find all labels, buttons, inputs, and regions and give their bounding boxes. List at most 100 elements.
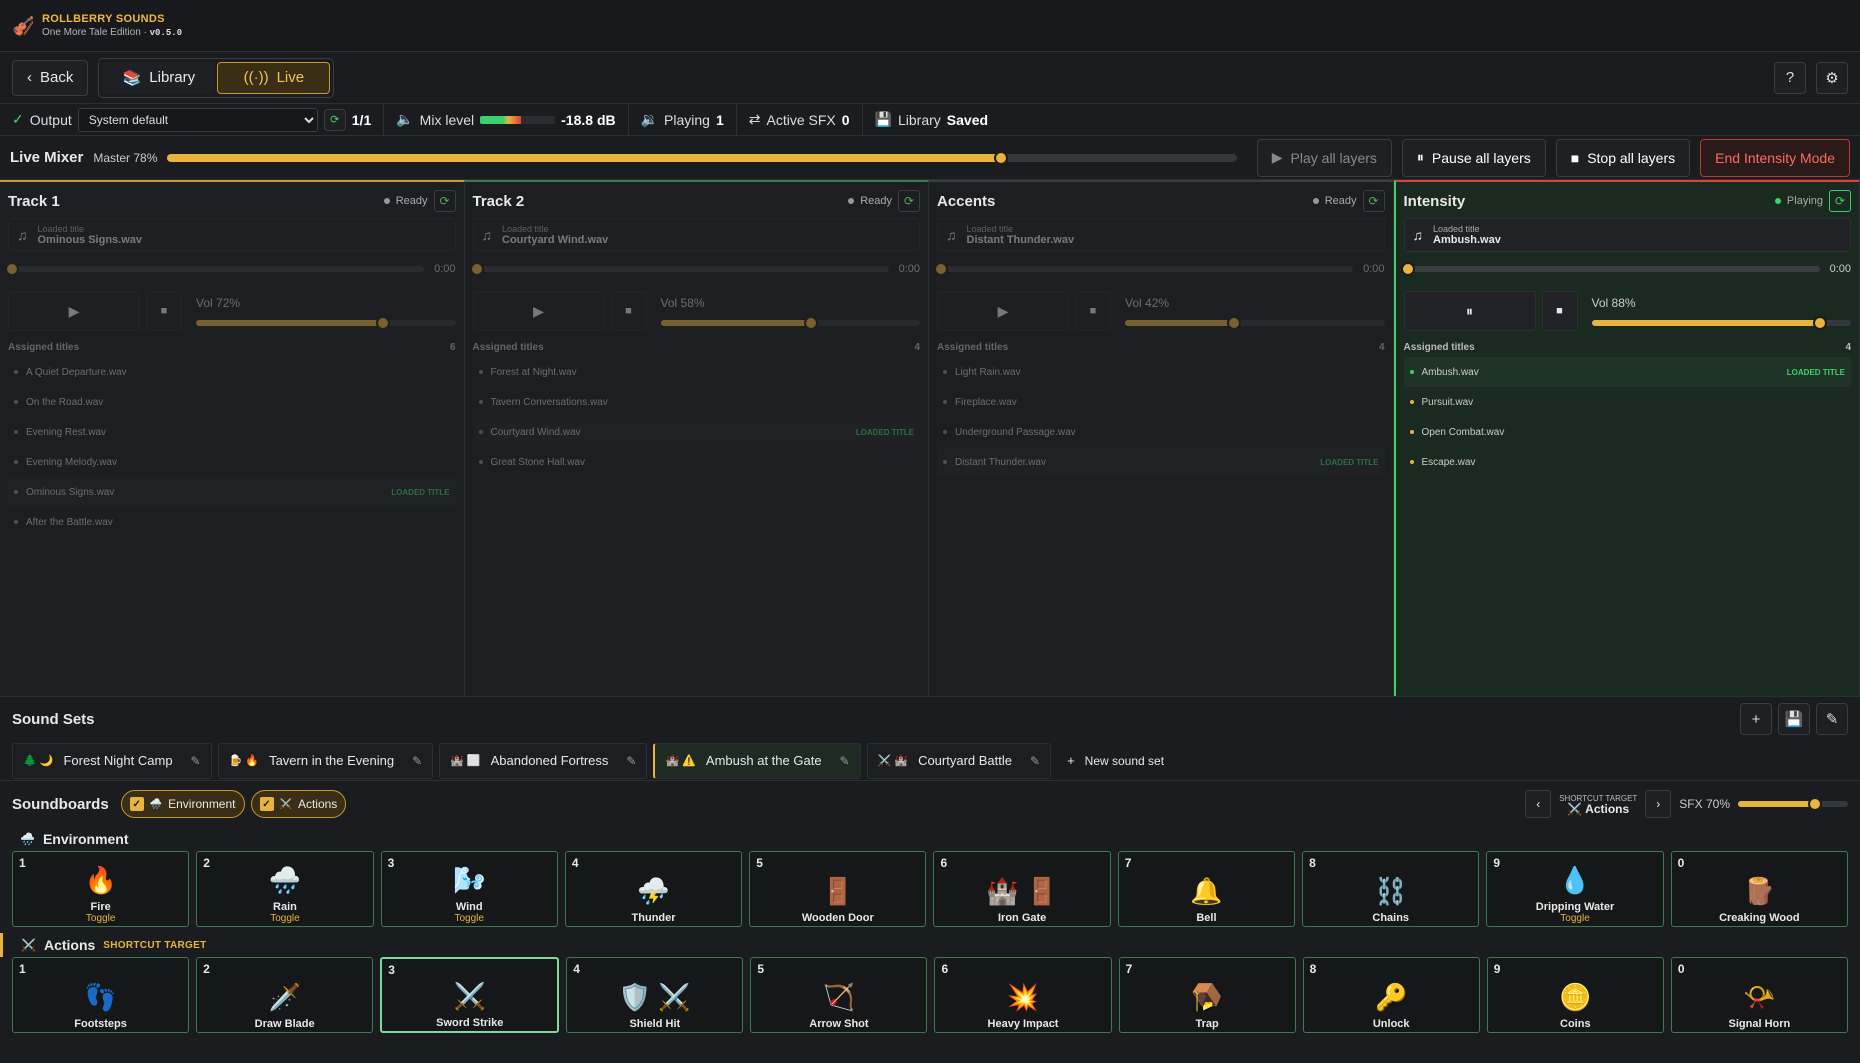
sound-pad[interactable]: 5 🏹 Arrow Shot	[750, 957, 928, 1033]
sound-pad[interactable]: 9 🪙 Coins	[1486, 957, 1664, 1033]
loop-icon[interactable]: ⟳	[433, 190, 456, 212]
position-slider[interactable]	[469, 262, 889, 276]
bullet-icon	[14, 370, 18, 374]
board-filter-pill[interactable]: ✓ 🌧️ Environment	[120, 790, 245, 818]
assigned-title[interactable]: Pursuit.wav	[1404, 387, 1852, 417]
next-target-button[interactable]: ›	[1645, 790, 1672, 818]
sound-pad[interactable]: 1 🔥 Fire Toggle	[12, 851, 190, 927]
tab-library[interactable]: 📚 Library	[102, 61, 216, 94]
sound-pad[interactable]: 4 🛡️ ⚔️ Shield Hit	[566, 957, 744, 1033]
pencil-icon[interactable]: ✎	[840, 754, 850, 768]
pad-icon: 🏰 🚪	[986, 876, 1059, 906]
volume-slider[interactable]	[196, 316, 456, 330]
settings-button[interactable]: ⚙	[1816, 61, 1848, 94]
refresh-output-icon[interactable]: ⟳	[323, 108, 346, 131]
assigned-title[interactable]: Open Combat.wav	[1404, 417, 1852, 447]
end-intensity-button[interactable]: End Intensity Mode	[1700, 138, 1850, 177]
sound-pad[interactable]: 7 🪤 Trap	[1118, 957, 1296, 1033]
volume-slider[interactable]	[1125, 316, 1385, 330]
sound-pad[interactable]: 4 ⛈️ Thunder	[564, 851, 743, 927]
sound-pad[interactable]: 2 🌧️ Rain Toggle	[196, 851, 374, 927]
assigned-title[interactable]: Evening Rest.wav	[8, 417, 456, 447]
sound-pad[interactable]: 0 🪵 Creaking Wood	[1670, 851, 1848, 927]
assigned-title[interactable]: Ominous Signs.wav LOADED TITLE	[8, 477, 456, 507]
sound-set-chip[interactable]: 🏰 ⚠️ Ambush at the Gate ✎	[653, 742, 861, 779]
play-button[interactable]: ▶	[472, 291, 605, 331]
sound-pad[interactable]: 8 🔑 Unlock	[1302, 957, 1480, 1033]
output-device-select[interactable]: System default	[77, 107, 318, 132]
sound-pad[interactable]: 0 📯 Signal Horn	[1670, 957, 1848, 1033]
sound-pad[interactable]: 2 🗡️ Draw Blade	[196, 957, 374, 1033]
pencil-icon[interactable]: ✎	[191, 754, 201, 768]
board-filter-pill[interactable]: ✓ ⚔️ Actions	[250, 790, 347, 818]
loaded-title: ♫ Loaded title Ominous Signs.wav	[8, 218, 456, 252]
pause-button[interactable]: ⏸	[1403, 291, 1536, 331]
assigned-title[interactable]: After the Battle.wav	[8, 507, 456, 537]
loop-icon[interactable]: ⟳	[898, 190, 920, 212]
mixer-title: Live Mixer	[10, 149, 84, 166]
assigned-title[interactable]: Courtyard Wind.wav LOADED TITLE	[472, 417, 920, 447]
assigned-title[interactable]: Ambush.wav LOADED TITLE	[1403, 357, 1851, 387]
sound-pad[interactable]: 8 ⛓️ Chains	[1302, 851, 1480, 927]
assigned-title[interactable]: Distant Thunder.wav LOADED TITLE	[937, 447, 1385, 477]
pencil-icon[interactable]: ✎	[1030, 754, 1040, 768]
pad-icon: 💥	[1006, 982, 1040, 1012]
sound-pad[interactable]: 5 🚪 Wooden Door	[749, 851, 927, 927]
stop-button[interactable]: ■	[1075, 291, 1111, 331]
plus-icon: +	[1067, 753, 1075, 768]
bullet-icon	[478, 430, 483, 434]
play-button[interactable]: ▶	[8, 291, 140, 331]
assigned-title[interactable]: Forest at Night.wav	[473, 357, 921, 387]
add-set-button[interactable]: +	[1740, 703, 1772, 735]
sound-set-chip[interactable]: 🏰 ⬜ Abandoned Fortress ✎	[439, 742, 648, 779]
sound-pad[interactable]: 1 👣 Footsteps	[12, 957, 190, 1033]
play-all-button[interactable]: ▶ Play all layers	[1256, 138, 1392, 177]
position-slider[interactable]	[1400, 262, 1820, 276]
track-state: Ready ⟳	[848, 190, 920, 212]
loop-icon[interactable]: ⟳	[1362, 190, 1385, 212]
back-button[interactable]: ‹ Back	[12, 59, 89, 96]
assigned-title[interactable]: Underground Passage.wav	[937, 417, 1385, 447]
pause-all-button[interactable]: ⏸ Pause all layers	[1401, 138, 1546, 177]
sound-pad[interactable]: 6 💥 Heavy Impact	[934, 957, 1112, 1033]
sound-set-chip[interactable]: 🌲 🌙 Forest Night Camp ✎	[12, 742, 212, 779]
assigned-title[interactable]: Light Rain.wav	[937, 357, 1385, 387]
library-icon: 📚	[122, 69, 142, 87]
new-sound-set-button[interactable]: + New sound set	[1057, 743, 1174, 779]
position-slider[interactable]	[5, 262, 425, 276]
assigned-title[interactable]: On the Road.wav	[8, 387, 456, 417]
stop-icon: ■	[1570, 149, 1580, 166]
stop-all-button[interactable]: ■ Stop all layers	[1555, 138, 1691, 177]
pencil-icon[interactable]: ✎	[626, 754, 636, 768]
sound-pad[interactable]: 6 🏰 🚪 Iron Gate	[933, 851, 1111, 927]
tab-live[interactable]: ((·)) Live	[217, 61, 331, 94]
prev-target-button[interactable]: ‹	[1525, 790, 1552, 818]
set-icons: ⚔️ 🏰	[877, 755, 909, 767]
assigned-title[interactable]: Great Stone Hall.wav	[473, 447, 921, 477]
sound-set-chip[interactable]: 🍺 🔥 Tavern in the Evening ✎	[217, 742, 434, 779]
edit-set-button[interactable]: ✎	[1816, 703, 1848, 735]
assigned-title[interactable]: Evening Melody.wav	[8, 447, 456, 477]
sound-pad[interactable]: 7 🔔 Bell	[1117, 851, 1296, 927]
stop-button[interactable]: ■	[1541, 291, 1578, 331]
assigned-title[interactable]: A Quiet Departure.wav	[8, 357, 456, 387]
assigned-title[interactable]: Fireplace.wav	[937, 387, 1385, 417]
help-button[interactable]: ?	[1774, 61, 1806, 94]
pencil-icon[interactable]: ✎	[412, 754, 422, 768]
sound-pad[interactable]: 3 🌬️ Wind Toggle	[380, 851, 558, 927]
volume-slider[interactable]	[1591, 316, 1851, 330]
position-slider[interactable]	[934, 262, 1354, 276]
assigned-title[interactable]: Escape.wav	[1404, 447, 1852, 477]
stop-button[interactable]: ■	[610, 291, 647, 331]
sound-pad[interactable]: 3 ⚔️ Sword Strike	[380, 957, 560, 1033]
master-slider[interactable]	[167, 150, 1237, 165]
sound-set-chip[interactable]: ⚔️ 🏰 Courtyard Battle ✎	[866, 742, 1052, 779]
assigned-title[interactable]: Tavern Conversations.wav	[473, 387, 921, 417]
sound-pad[interactable]: 9 💧 Dripping Water Toggle	[1486, 851, 1664, 927]
volume-slider[interactable]	[660, 316, 920, 330]
save-set-button[interactable]: 💾	[1778, 703, 1810, 735]
play-button[interactable]: ▶	[937, 291, 1069, 331]
loop-icon[interactable]: ⟳	[1829, 190, 1851, 212]
stop-button[interactable]: ■	[146, 291, 182, 331]
sfx-slider[interactable]	[1738, 797, 1848, 811]
